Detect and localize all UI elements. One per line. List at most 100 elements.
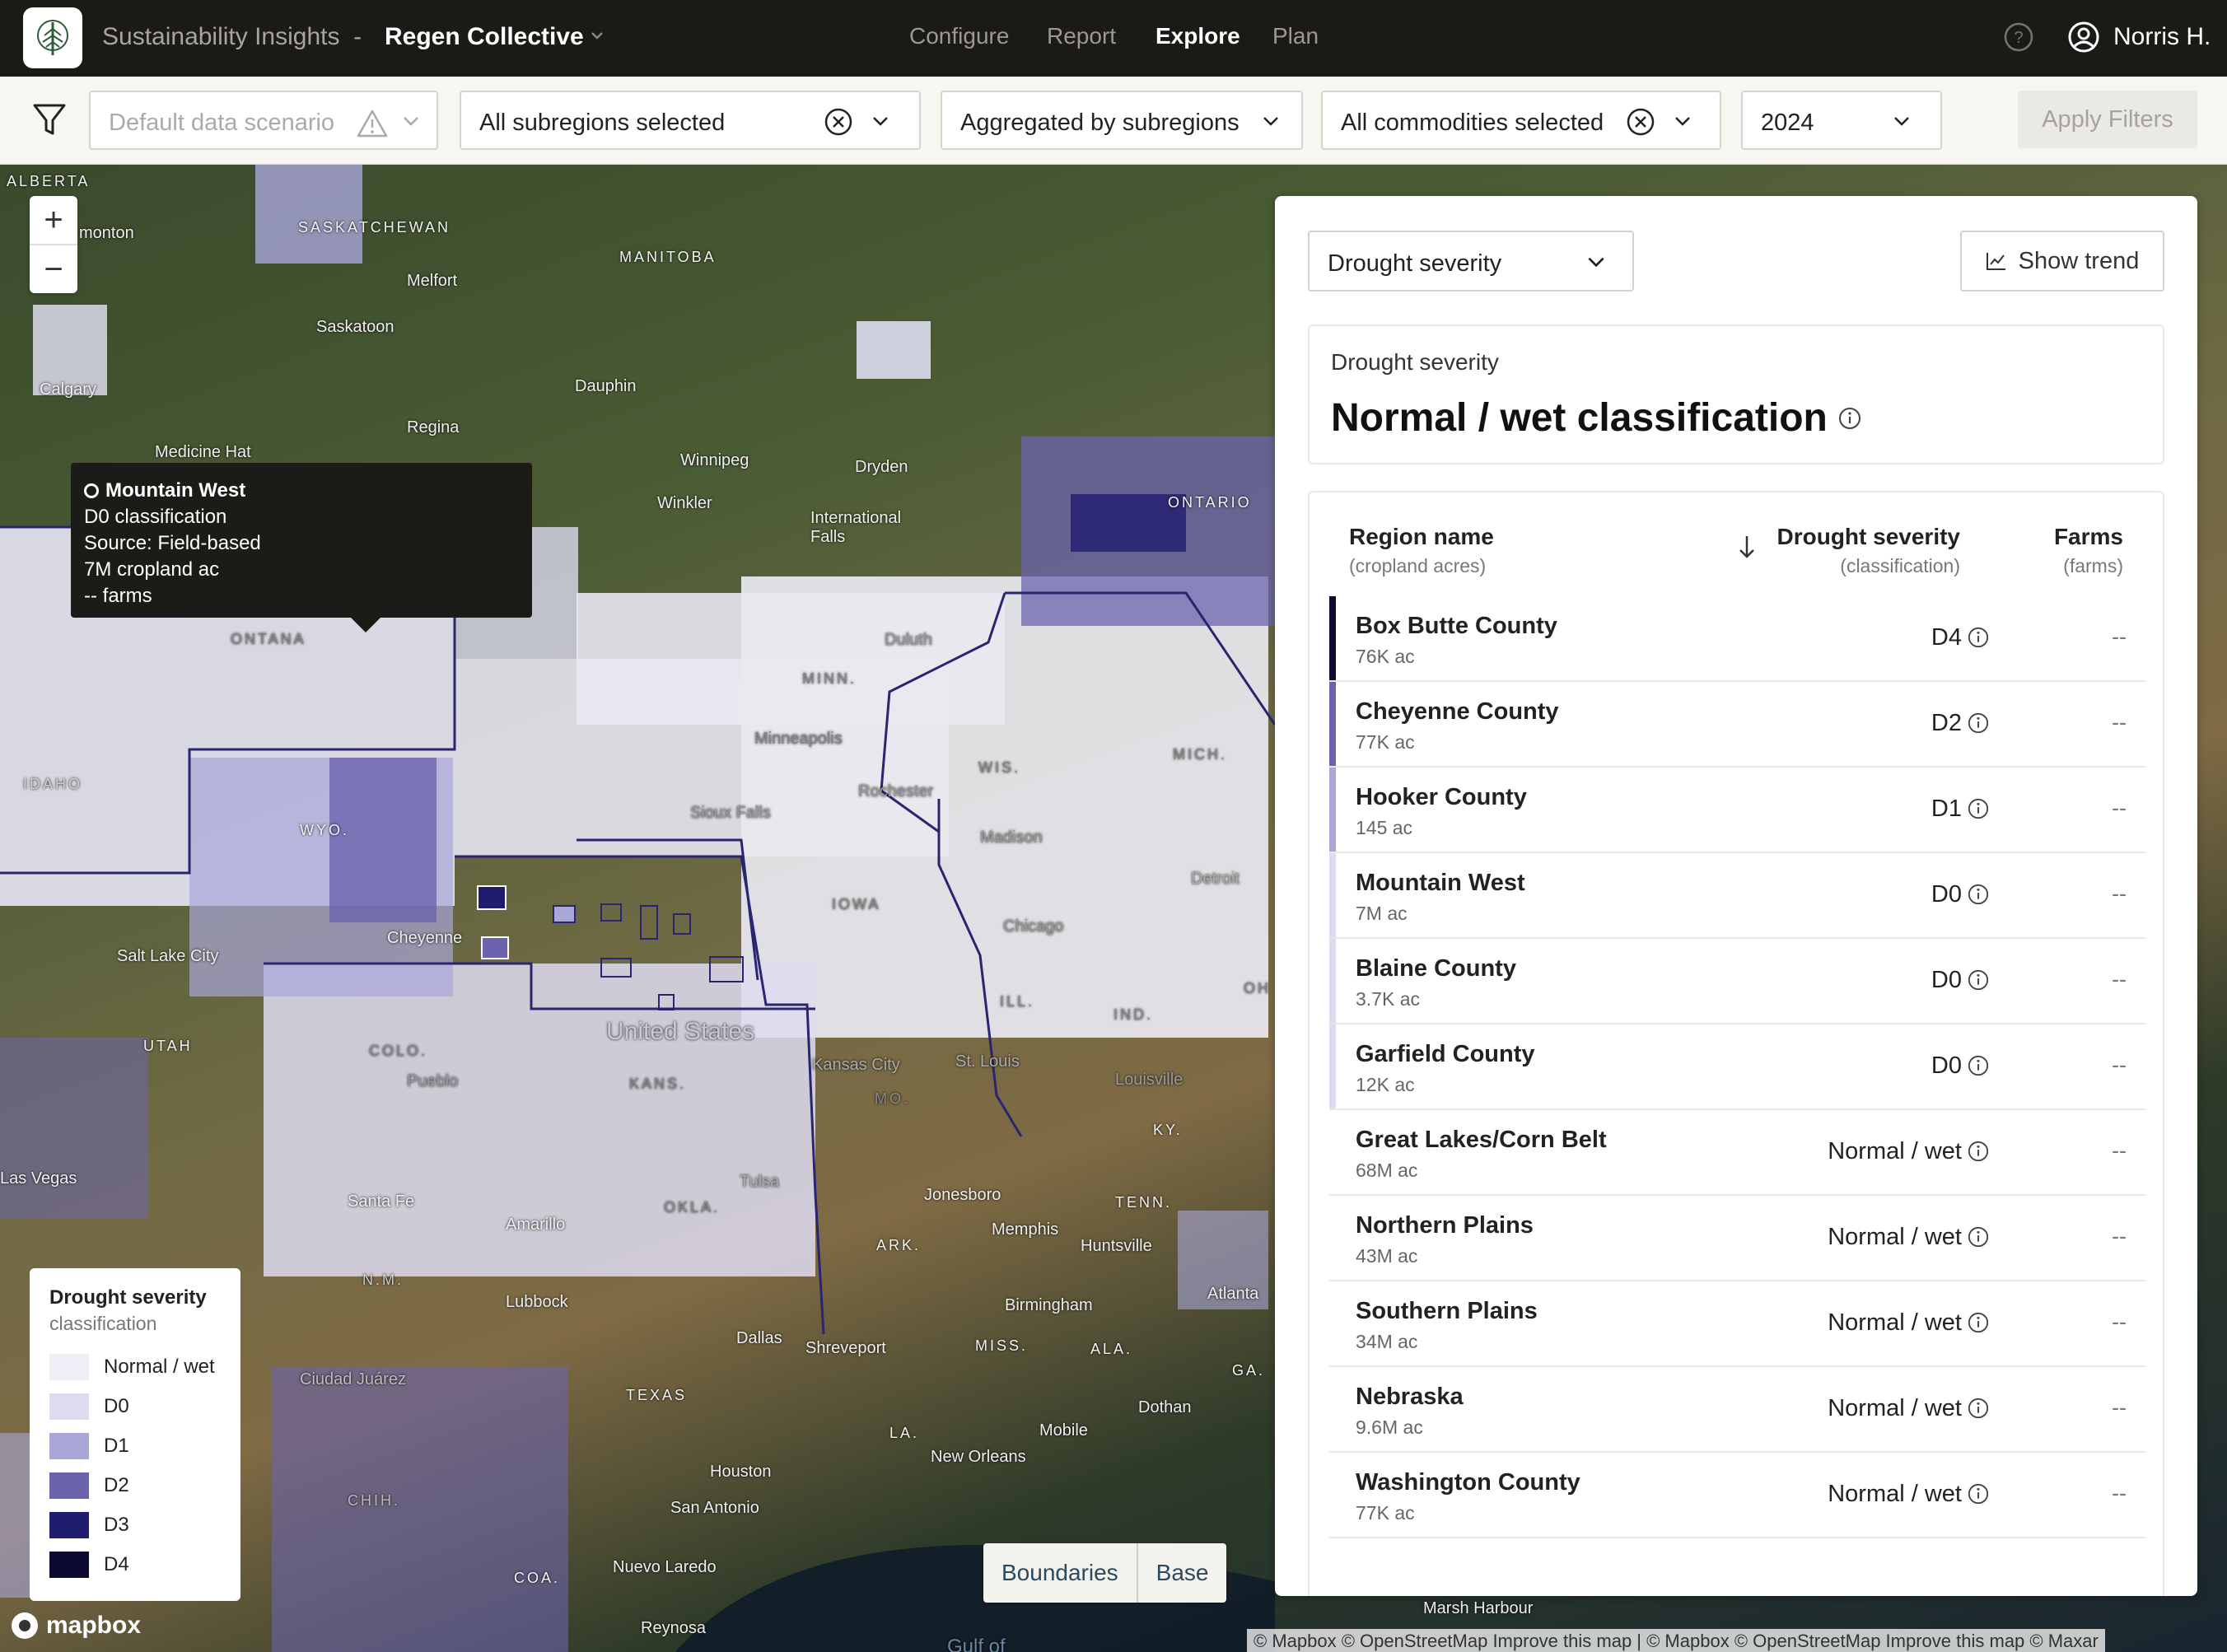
clear-icon[interactable]: [1626, 107, 1655, 137]
chevron-down-icon: [1588, 257, 1604, 268]
base-toggle[interactable]: Base: [1136, 1543, 1227, 1603]
chevron-down-icon[interactable]: [586, 25, 608, 46]
map-label-duluth: Duluth: [885, 631, 932, 649]
subregions-select[interactable]: All subregions selected: [460, 91, 921, 150]
farms-value: --: [2112, 1138, 2127, 1163]
app-logo[interactable]: [23, 7, 82, 68]
info-icon[interactable]: [1967, 626, 1990, 649]
table-row[interactable]: Northern Plains 43M ac Normal / wet --: [1329, 1196, 2146, 1281]
map-label-rochester: Rochester: [858, 782, 934, 800]
info-icon[interactable]: [1967, 712, 1990, 735]
info-icon[interactable]: [1967, 1482, 1990, 1505]
user-name[interactable]: Norris H.: [2113, 23, 2211, 51]
apply-filters-button[interactable]: Apply Filters: [2018, 91, 2197, 148]
map-label-santa-fe: Santa Fe: [348, 1192, 415, 1211]
aggregation-select[interactable]: Aggregated by subregions: [941, 91, 1303, 150]
user-avatar-icon[interactable]: [2067, 21, 2100, 54]
severity-value: D2: [1931, 710, 1962, 736]
metric-select[interactable]: Drought severity: [1308, 231, 1634, 292]
map-label-lubbock: Lubbock: [506, 1293, 568, 1311]
drought-side-panel: Drought severity Show trend Drought seve…: [1275, 196, 2197, 1596]
nav-report[interactable]: Report: [1047, 23, 1116, 49]
severity-value: Normal / wet: [1828, 1138, 1962, 1164]
region-table: Region name (cropland acres) Drought sev…: [1308, 491, 2164, 1596]
nav-explore[interactable]: Explore: [1156, 23, 1240, 49]
info-icon[interactable]: [1967, 1054, 1990, 1077]
org-switcher[interactable]: Regen Collective: [385, 23, 584, 51]
table-row[interactable]: Nebraska 9.6M ac Normal / wet --: [1329, 1367, 2146, 1453]
mapbox-logo[interactable]: mapbox: [10, 1611, 141, 1640]
region-name: Hooker County: [1356, 784, 1527, 810]
region-name: Great Lakes/Corn Belt: [1356, 1127, 1607, 1153]
column-subheader-farms: (farms): [2063, 555, 2123, 576]
sort-descending-icon[interactable]: [1736, 534, 1758, 560]
nav-plan[interactable]: Plan: [1272, 23, 1319, 49]
region-acres: 12K ac: [1356, 1074, 1415, 1095]
table-row[interactable]: Cheyenne County 77K ac D2 --: [1329, 682, 2146, 768]
farms-value: --: [2112, 881, 2127, 906]
map-label-gulf: Gulf of: [947, 1636, 1006, 1652]
info-icon[interactable]: [1967, 1140, 1990, 1163]
farms-value: --: [2112, 796, 2127, 820]
region-acres: 77K ac: [1356, 731, 1415, 753]
zoom-in-button[interactable]: +: [30, 196, 77, 244]
map-label-tulsa: Tulsa: [740, 1173, 780, 1191]
show-trend-label: Show trend: [2018, 247, 2140, 274]
info-icon[interactable]: [1967, 1311, 1990, 1334]
info-icon[interactable]: [1967, 797, 1990, 820]
table-row[interactable]: Southern Plains 34M ac Normal / wet --: [1329, 1281, 2146, 1367]
info-icon[interactable]: [1837, 406, 1862, 431]
table-body: Box Butte County 76K ac D4 -- Cheyenne Count…: [1329, 596, 2146, 1538]
map-label-colo: COLO.: [369, 1043, 428, 1059]
info-icon[interactable]: [1967, 1225, 1990, 1248]
map-label-chicago: Chicago: [1003, 917, 1064, 936]
info-icon[interactable]: [1967, 883, 1990, 906]
table-row[interactable]: Hooker County 145 ac D1 --: [1329, 768, 2146, 853]
region-acres: 34M ac: [1356, 1331, 1418, 1352]
map-label-atlanta: Atlanta: [1207, 1285, 1259, 1303]
region-acres: 68M ac: [1356, 1160, 1418, 1181]
severity-color-bar: [1329, 1281, 1336, 1365]
map-label-sioux-falls: Sioux Falls: [690, 804, 771, 822]
help-icon[interactable]: ?: [2003, 21, 2034, 53]
nav-configure[interactable]: Configure: [909, 23, 1009, 49]
map-label-ark: ARK.: [876, 1237, 922, 1253]
column-header-farms[interactable]: Farms: [2054, 524, 2123, 550]
severity-value: Normal / wet: [1828, 1395, 1962, 1421]
table-row[interactable]: Great Lakes/Corn Belt 68M ac Normal / wet -…: [1329, 1110, 2146, 1196]
scenario-select[interactable]: Default data scenario: [89, 91, 438, 150]
map-label-utah: UTAH: [143, 1038, 193, 1054]
zoom-out-button[interactable]: −: [30, 245, 77, 293]
map-label-iowa: IOWA: [832, 896, 881, 912]
map-label-las-vegas: Las Vegas: [0, 1169, 77, 1188]
map-attribution[interactable]: © Mapbox © OpenStreetMap Improve this ma…: [1247, 1629, 2105, 1652]
legend-item: D4: [49, 1551, 221, 1579]
year-select[interactable]: 2024: [1741, 91, 1942, 150]
table-row[interactable]: Garfield County 12K ac D0 --: [1329, 1024, 2146, 1110]
map-label-coa: COA.: [514, 1570, 561, 1586]
clear-icon[interactable]: [824, 107, 853, 137]
chevron-down-icon: [873, 117, 888, 126]
map-label-regina: Regina: [407, 418, 460, 436]
legend-label: D0: [104, 1395, 129, 1417]
filter-icon[interactable]: [30, 99, 69, 140]
map-label-kans: KANS.: [629, 1076, 687, 1092]
column-header-region[interactable]: Region name: [1349, 524, 1494, 550]
map-label-amarillo: Amarillo: [506, 1216, 566, 1234]
region-acres: 3.7K ac: [1356, 988, 1420, 1010]
table-row[interactable]: Blaine County 3.7K ac D0 --: [1329, 939, 2146, 1024]
info-icon[interactable]: [1967, 1397, 1990, 1420]
show-trend-button[interactable]: Show trend: [1960, 231, 2164, 292]
table-row[interactable]: Mountain West 7M ac D0 --: [1329, 853, 2146, 939]
column-header-drought-severity[interactable]: Drought severity: [1777, 524, 1961, 550]
map-label-okla: OKLA.: [664, 1199, 721, 1216]
map-label-winnipeg: Winnipeg: [680, 451, 749, 469]
map-label-marsh-harbour: Marsh Harbour: [1423, 1599, 1534, 1617]
summary-value: Normal / wet classification: [1331, 395, 1862, 441]
info-icon[interactable]: [1967, 968, 1990, 992]
commodities-select[interactable]: All commodities selected: [1321, 91, 1721, 150]
legend-swatch: [49, 1354, 89, 1380]
table-row[interactable]: Washington County 77K ac Normal / wet --: [1329, 1453, 2146, 1538]
boundaries-toggle[interactable]: Boundaries: [983, 1543, 1137, 1603]
table-row[interactable]: Box Butte County 76K ac D4 --: [1329, 596, 2146, 682]
